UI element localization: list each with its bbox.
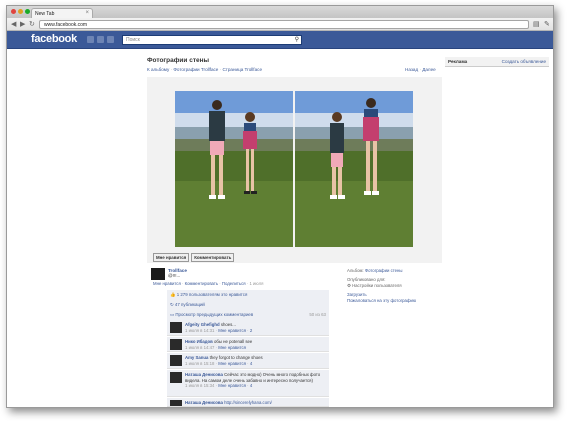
- breadcrumb-album-link[interactable]: К альбому: [147, 67, 169, 72]
- breadcrumb: К альбому · Фотографии Trollface · Стран…: [147, 67, 262, 72]
- comment-like-count[interactable]: 4: [250, 361, 252, 366]
- search-input[interactable]: Поиск ⚲: [122, 35, 302, 45]
- comment-text: обы не potenall see: [214, 339, 253, 344]
- previous-comments-link[interactable]: Просмотр предыдущих комментариев: [175, 312, 253, 317]
- photo-pager: Назад · Далее: [405, 67, 436, 72]
- comment-item: Нико Ибадов обы не potenall see 1 июля в…: [167, 337, 329, 352]
- tab-close-icon[interactable]: ×: [85, 10, 89, 16]
- commenter-avatar[interactable]: [170, 355, 182, 366]
- page-menu-icon[interactable]: ▤: [533, 20, 540, 28]
- comment-item: Afgeity Ghefighd shoes... 1 июля в 14:31…: [167, 320, 329, 336]
- notifications-icon[interactable]: [107, 36, 114, 43]
- photo-info: Альбом: Фотографии стены Опубликовано дл…: [347, 268, 447, 307]
- back-icon[interactable]: ◀: [11, 20, 16, 28]
- shares-count[interactable]: 47 публикаций: [175, 302, 205, 307]
- comment-time: 1 июля в 14:47: [185, 344, 215, 350]
- post-text: @!!!...: [168, 273, 181, 278]
- messages-icon[interactable]: [97, 36, 104, 43]
- commenter-avatar[interactable]: [170, 400, 182, 406]
- comment-time: 1 июля в 14:31: [185, 327, 215, 333]
- photo-actions: Мне нравится Комментировать: [153, 253, 235, 262]
- photo-right: [295, 91, 413, 247]
- post-comment-link[interactable]: Комментировать: [185, 281, 218, 286]
- comment-like-link[interactable]: Мне нравится: [218, 345, 246, 350]
- next-photo-link[interactable]: Далее: [422, 67, 435, 72]
- commenter-name[interactable]: Amy Sanua: [185, 355, 208, 360]
- facebook-header: facebook Поиск ⚲: [7, 31, 553, 49]
- facebook-logo[interactable]: facebook: [31, 33, 77, 45]
- commenter-avatar[interactable]: [170, 339, 182, 350]
- close-window-icon[interactable]: [11, 9, 16, 14]
- previous-photo-link[interactable]: Назад: [405, 67, 418, 72]
- report-photo-link[interactable]: Пожаловаться на эту фотографию: [347, 298, 416, 303]
- download-link[interactable]: Загрузить: [347, 292, 367, 297]
- album-label: Альбом:: [347, 268, 364, 273]
- photo-left: [175, 91, 293, 247]
- post-meta: Мне нравится · Комментировать · Поделить…: [153, 281, 264, 286]
- privacy-setting[interactable]: Настройки пользователя: [352, 283, 401, 288]
- page-title: Фотографии стены: [147, 57, 210, 64]
- comment-item: Наташа Денисова Сейчас это модно) Очень …: [167, 370, 329, 397]
- comment-like-link[interactable]: Мне нравится: [218, 361, 246, 366]
- reload-icon[interactable]: ↻: [29, 20, 35, 28]
- url-text: www.facebook.com: [44, 22, 88, 28]
- tab-title: New Tab: [35, 11, 55, 17]
- comment-icon: ▭: [170, 312, 175, 317]
- album-link[interactable]: Фотографии стены: [365, 268, 403, 273]
- comment-like-count[interactable]: 4: [250, 383, 252, 388]
- comment-button[interactable]: Комментировать: [191, 253, 235, 262]
- commenter-avatar[interactable]: [170, 372, 182, 383]
- minimize-window-icon[interactable]: [18, 9, 23, 14]
- ads-header: Реклама Создать объявление: [445, 57, 549, 67]
- tab-strip: New Tab ×: [7, 6, 553, 18]
- post-time: 1 июля: [249, 281, 264, 286]
- photo-viewer[interactable]: [147, 77, 442, 263]
- share-icon: ↻: [170, 302, 174, 307]
- author-avatar[interactable]: [151, 268, 165, 280]
- comment-link[interactable]: http://sincerelyhana.com/: [224, 400, 272, 405]
- gear-icon: ⚙: [347, 283, 351, 288]
- browser-toolbar: ◀ ▶ ↻ www.facebook.com ▤ ✎: [7, 18, 553, 31]
- likes-count[interactable]: 1 279 пользователям это нравится: [177, 292, 248, 297]
- maximize-window-icon[interactable]: [25, 9, 30, 14]
- comment-item: Amy Sanua they forgot to change shoes 1 …: [167, 353, 329, 369]
- comment-time: 1 июля в 15:34: [185, 383, 215, 388]
- ads-title: Реклама: [448, 59, 468, 64]
- breadcrumb-photos-link[interactable]: Фотографии Trollface: [173, 67, 218, 72]
- comment-like-link[interactable]: Мне нравится: [218, 383, 246, 388]
- comment-time: 1 июля в 15:18: [185, 360, 215, 366]
- address-bar[interactable]: www.facebook.com: [39, 20, 529, 29]
- comments-counter: 50 из 63: [309, 312, 326, 317]
- comment-text: they forgot to change shoes: [209, 355, 263, 360]
- commenter-name[interactable]: Afgeity Ghefighd: [185, 322, 220, 327]
- like-button[interactable]: Мне нравится: [153, 253, 190, 262]
- wrench-icon[interactable]: ✎: [544, 20, 550, 28]
- post-like-link[interactable]: Мне нравится: [153, 281, 181, 286]
- browser-tab[interactable]: New Tab ×: [31, 8, 93, 18]
- breadcrumb-page-link[interactable]: Страница Trollface: [222, 67, 262, 72]
- friend-requests-icon[interactable]: [87, 36, 94, 43]
- forward-icon[interactable]: ▶: [20, 20, 25, 28]
- window-buttons[interactable]: [11, 9, 30, 14]
- commenter-name[interactable]: Наташа Денисова: [185, 400, 223, 405]
- published-label: Опубликовано для:: [347, 277, 386, 282]
- create-ad-link[interactable]: Создать объявление: [502, 59, 546, 64]
- commenter-name[interactable]: Наташа Денисова: [185, 372, 223, 377]
- thumbs-up-icon: 👍: [170, 292, 176, 297]
- search-icon[interactable]: ⚲: [295, 36, 299, 43]
- commenter-avatar[interactable]: [170, 322, 182, 333]
- comment-text: shoes...: [220, 322, 236, 327]
- commenter-name[interactable]: Нико Ибадов: [185, 339, 213, 344]
- browser-window: New Tab × ◀ ▶ ↻ www.facebook.com ▤ ✎ fac…: [6, 5, 554, 408]
- comment-like-count[interactable]: 2: [250, 328, 252, 333]
- comment-like-link[interactable]: Мне нравится: [218, 328, 246, 333]
- comment-item: Наташа Денисова http://sincerelyhana.com…: [167, 398, 329, 407]
- search-placeholder: Поиск: [126, 37, 140, 43]
- post-share-link[interactable]: Поделиться: [222, 281, 246, 286]
